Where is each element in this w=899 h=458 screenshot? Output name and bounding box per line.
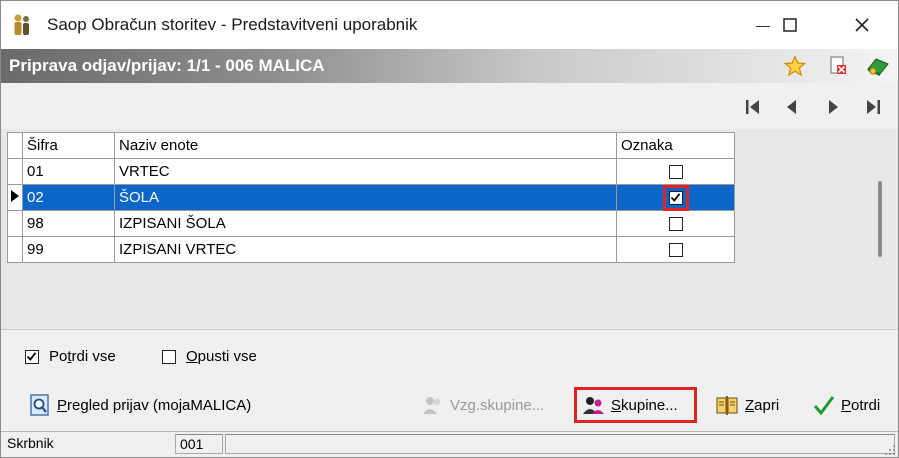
data-grid: Šifra Naziv enote Oznaka 01 VRTEC 02 ŠOL… — [7, 132, 735, 263]
cell-name[interactable]: ŠOLA — [114, 184, 617, 211]
first-record-button[interactable] — [741, 95, 765, 119]
close-form-button[interactable]: Zapri — [709, 388, 785, 422]
previous-record-icon — [787, 100, 796, 114]
table-row[interactable]: 99 IZPISANI VRTEC — [7, 236, 735, 263]
first-record-icon — [746, 100, 759, 114]
action-bar: Pregled prijav (mojaMALICA) Vzg.skupine.… — [1, 381, 898, 429]
confirm-button[interactable]: Potrdi — [807, 388, 886, 422]
confirm-all-box[interactable] — [25, 349, 39, 364]
vertical-scrollbar[interactable] — [878, 181, 882, 257]
star-icon — [784, 55, 806, 77]
divider — [1, 329, 898, 330]
table-row[interactable]: 98 IZPISANI ŠOLA — [7, 210, 735, 237]
cell-name[interactable]: IZPISANI ŠOLA — [114, 210, 617, 237]
column-header-code[interactable]: Šifra — [22, 132, 115, 159]
close-form-label: Zapri — [745, 396, 780, 414]
people-gray-icon — [423, 397, 441, 414]
cell-code[interactable]: 99 — [22, 236, 115, 263]
maximize-icon — [783, 18, 797, 32]
cell-code[interactable]: 02 — [22, 184, 115, 211]
next-record-icon — [829, 100, 838, 114]
current-row-arrow-icon — [11, 189, 19, 202]
record-navigator — [1, 83, 898, 129]
people-group-icon — [583, 397, 604, 414]
next-record-button[interactable] — [821, 95, 845, 119]
row-indicator — [7, 158, 23, 185]
cell-code[interactable]: 98 — [22, 210, 115, 237]
confirm-all-label: Potrdi vse — [49, 348, 116, 365]
skip-all-label: Opusti vse — [186, 348, 257, 365]
last-record-icon — [867, 100, 880, 114]
cell-mark — [616, 210, 735, 237]
cell-mark — [616, 236, 735, 263]
status-message — [225, 434, 895, 454]
grid-area: Šifra Naziv enote Oznaka 01 VRTEC 02 ŠOL… — [1, 129, 898, 329]
status-user: Skrbnik — [7, 435, 54, 451]
resize-grip-icon[interactable] — [884, 444, 896, 456]
table-row[interactable]: 02 ŠOLA — [7, 184, 735, 211]
status-bar: Skrbnik 001 — [1, 431, 898, 457]
book-icon — [867, 58, 889, 76]
vzg-groups-label: Vzg.skupine... — [450, 396, 545, 414]
document-delete-icon — [830, 56, 846, 74]
groups-label: Skupine... — [611, 396, 678, 414]
form-caption: Priprava odjav/prijav: 1/1 - 006 MALICA — [9, 56, 325, 75]
close-book-icon — [716, 396, 738, 415]
row-indicator — [7, 184, 23, 211]
previous-record-button[interactable] — [780, 95, 804, 119]
window-title: Saop Obračun storitev - Predstavitveni u… — [47, 15, 418, 34]
checkmark-icon — [670, 192, 680, 202]
checkbox-highlight — [662, 184, 689, 211]
app-icon — [14, 14, 29, 35]
delete-document-button[interactable] — [825, 54, 851, 78]
grid-header-row: Šifra Naziv enote Oznaka — [7, 132, 735, 159]
favorite-button[interactable] — [782, 54, 808, 78]
close-icon — [855, 18, 869, 32]
document-search-icon — [30, 394, 49, 416]
review-registrations-label: Pregled prijav (mojaMALICA) — [57, 396, 252, 414]
column-header-mark[interactable]: Oznaka — [616, 132, 735, 159]
skip-all-checkbox[interactable]: Opusti vse — [162, 348, 257, 365]
groups-button[interactable]: Skupine... — [574, 387, 697, 423]
close-window-button[interactable] — [839, 1, 885, 49]
maximize-button[interactable] — [767, 1, 813, 49]
cell-mark — [616, 158, 735, 185]
form-caption-bar: Priprava odjav/prijav: 1/1 - 006 MALICA — [1, 49, 898, 83]
row-indicator-header — [7, 132, 23, 159]
cell-name[interactable]: IZPISANI VRTEC — [114, 236, 617, 263]
table-row[interactable]: 01 VRTEC — [7, 158, 735, 185]
row-checkbox[interactable] — [668, 242, 683, 257]
app-window: Saop Obračun storitev - Predstavitveni u… — [0, 0, 899, 458]
cell-name[interactable]: VRTEC — [114, 158, 617, 185]
vzg-groups-button[interactable]: Vzg.skupine... — [416, 388, 550, 422]
title-bar: Saop Obračun storitev - Predstavitveni u… — [1, 1, 898, 49]
row-checkbox[interactable] — [668, 164, 683, 179]
last-record-button[interactable] — [861, 95, 885, 119]
help-book-button[interactable] — [865, 54, 891, 78]
review-registrations-button[interactable]: Pregled prijav (mojaMALICA) — [23, 388, 257, 422]
column-header-name[interactable]: Naziv enote — [114, 132, 617, 159]
row-indicator — [7, 236, 23, 263]
checkmark-icon — [26, 351, 37, 361]
checkmark-green-icon — [813, 396, 835, 416]
confirm-label: Potrdi — [841, 396, 881, 414]
confirm-all-checkbox[interactable]: Potrdi vse — [25, 348, 116, 365]
status-code: 001 — [175, 434, 223, 454]
row-checkbox[interactable] — [668, 216, 683, 231]
cell-mark — [616, 184, 735, 211]
row-indicator — [7, 210, 23, 237]
cell-code[interactable]: 01 — [22, 158, 115, 185]
skip-all-box[interactable] — [162, 349, 176, 364]
row-checkbox[interactable] — [668, 190, 683, 205]
